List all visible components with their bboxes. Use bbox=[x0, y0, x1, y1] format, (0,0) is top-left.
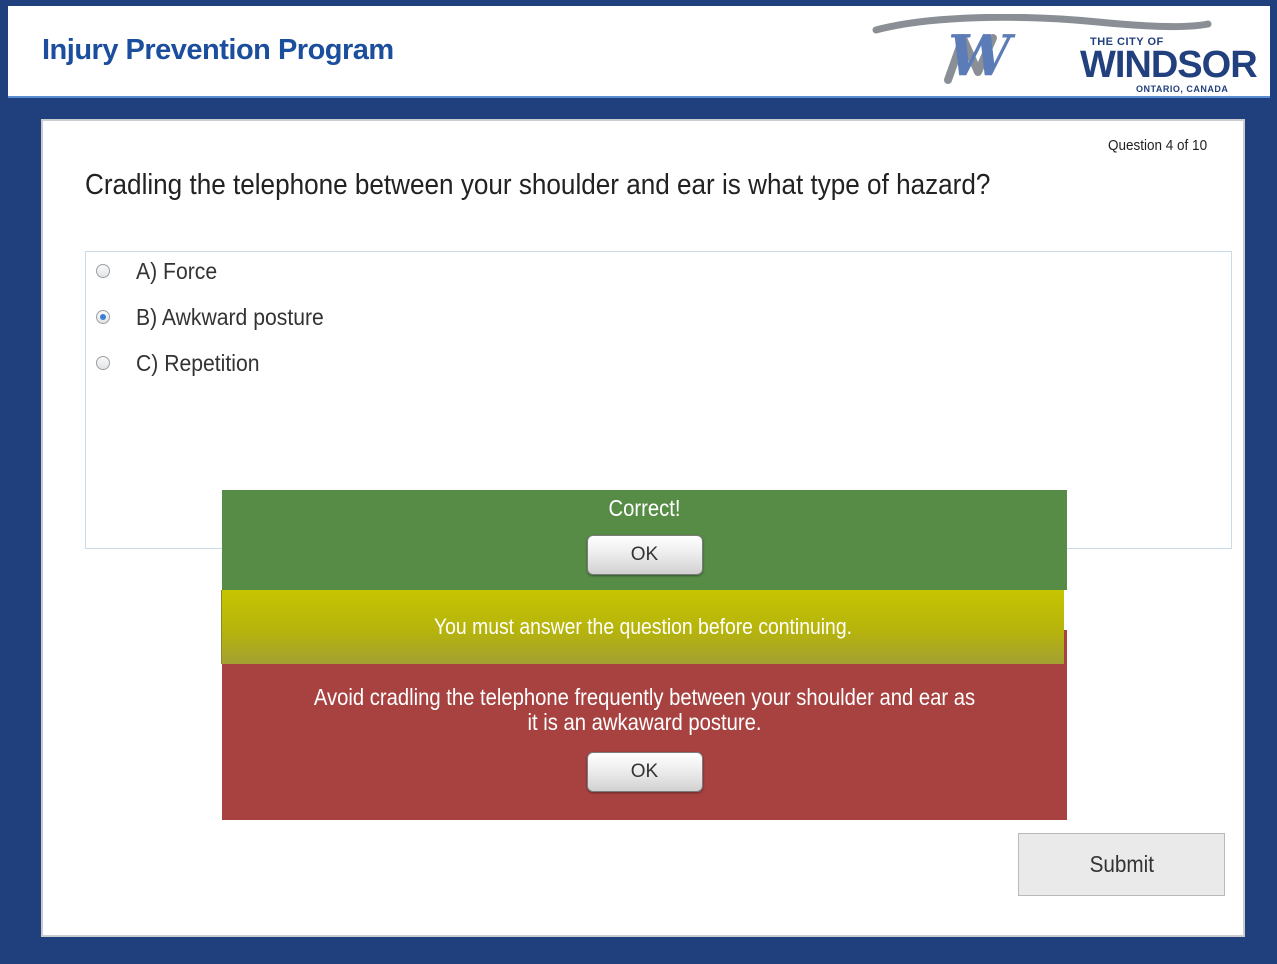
answer-option-b[interactable]: B) Awkward posture bbox=[96, 302, 340, 332]
city-of-windsor-logo: W THE CITY OF WINDSOR ONTARIO, CANADA bbox=[868, 14, 1258, 94]
program-title: Injury Prevention Program bbox=[42, 34, 394, 66]
feedback-message-text: Avoid cradling the telephone frequently … bbox=[313, 684, 976, 735]
logo-w-letter: W bbox=[948, 23, 1011, 89]
submit-button[interactable]: Submit bbox=[1018, 833, 1225, 896]
correct-feedback-banner: Correct! OK bbox=[222, 490, 1067, 590]
answer-label-a: A) Force bbox=[136, 257, 218, 284]
question-counter: Question 4 of 10 bbox=[1107, 137, 1207, 154]
radio-button-b-selected[interactable] bbox=[96, 310, 110, 324]
correct-text: Correct! bbox=[608, 495, 681, 521]
answer-label-c: C) Repetition bbox=[136, 349, 260, 376]
header-bar: Injury Prevention Program W THE CITY OF … bbox=[8, 6, 1270, 98]
question-text: Cradling the telephone between your shou… bbox=[85, 169, 991, 201]
radio-button-c[interactable] bbox=[96, 356, 110, 370]
feedback-ok-button[interactable]: OK bbox=[586, 752, 703, 792]
logo-windsor-text: WINDSOR bbox=[1080, 44, 1258, 86]
correct-ok-button[interactable]: OK bbox=[586, 535, 703, 575]
answer-required-banner: You must answer the question before cont… bbox=[221, 590, 1064, 664]
answer-option-a[interactable]: A) Force bbox=[96, 256, 224, 286]
radio-button-a[interactable] bbox=[96, 264, 110, 278]
submit-label: Submit bbox=[1089, 851, 1154, 877]
warning-text: You must answer the question before cont… bbox=[434, 614, 852, 639]
answer-option-c[interactable]: C) Repetition bbox=[96, 348, 270, 378]
logo-ontario-text: ONTARIO, CANADA bbox=[1136, 84, 1229, 94]
answer-label-b: B) Awkward posture bbox=[136, 303, 324, 330]
